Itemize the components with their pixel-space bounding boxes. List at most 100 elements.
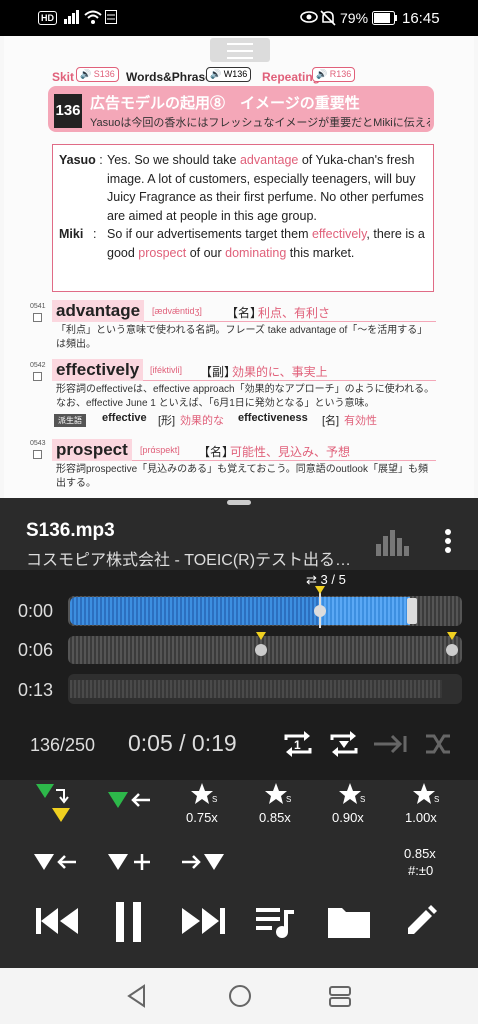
derived-pos: [形] [158, 415, 176, 427]
word-checkbox[interactable] [33, 372, 42, 381]
repeat-count: 3 / 5 [320, 572, 346, 587]
shuffle-icon[interactable] [424, 730, 452, 758]
part-of-speech: 【名】 [198, 445, 235, 459]
part-of-speech: 【名】 [226, 306, 263, 320]
derived-word: effectiveness [238, 412, 308, 424]
miki-line: So if our advertisements target them eff… [107, 227, 425, 260]
panel-drag-handle[interactable] [227, 500, 251, 505]
speed-preset[interactable]: 1.00x [405, 810, 437, 825]
skit-label: Skit [52, 70, 75, 84]
recents-icon[interactable] [328, 984, 352, 1008]
row-time: 0:00 [18, 601, 54, 621]
vocab-word: prospect [52, 439, 132, 461]
repeat-counter: ⇄ 3 / 5 [306, 572, 346, 587]
repeat-segment-icon[interactable] [328, 728, 360, 760]
signal-icon [64, 10, 80, 24]
skit-audio-tag[interactable]: 🔊 S136 [76, 67, 119, 82]
marker-knob[interactable] [255, 644, 267, 656]
word-checkbox[interactable] [33, 313, 42, 322]
progress-time: 0:05 / 0:19 [128, 730, 237, 756]
speaker-miki: Miki [59, 227, 84, 241]
marker-icon[interactable] [315, 586, 325, 594]
derived-badge: 派生語 [54, 414, 86, 427]
svg-text:S: S [434, 795, 439, 804]
word-note: 形容詞のeffectiveは、effective approach「効果的なアプ… [56, 384, 435, 409]
speed-star-icon[interactable]: S [412, 782, 442, 808]
skit-tag-label: S136 [93, 69, 115, 79]
eye-icon [300, 10, 318, 24]
speed-preset[interactable]: 0.85x [259, 810, 291, 825]
vocab-word: advantage [52, 300, 145, 322]
add-marker-icon[interactable] [108, 852, 152, 874]
more-options-icon[interactable] [440, 528, 456, 554]
lesson-number: 136 [54, 94, 82, 128]
word-number: 0543 [30, 440, 46, 447]
svg-text:S: S [286, 795, 291, 804]
svg-text:S: S [212, 795, 217, 804]
speed-preset[interactable]: 0.75x [186, 810, 218, 825]
svg-text:S: S [360, 795, 365, 804]
audio-player-panel: S136.mp3 コスモピア株式会社 - TOEIC(R)テスト出る… ⇄ 3 … [0, 498, 478, 968]
edit-icon[interactable] [404, 904, 438, 938]
repeat-one-icon[interactable]: 1 [282, 728, 314, 760]
speed-star-icon[interactable]: S [338, 782, 368, 808]
pronunciation: [prάspekt] [140, 445, 180, 455]
marker-prev-icon[interactable] [34, 852, 78, 874]
status-bar: HD 79% 16:45 [0, 0, 478, 36]
speed-star-icon[interactable]: S [264, 782, 294, 808]
pitch-value[interactable]: #:±0 [408, 863, 433, 878]
playlist-icon[interactable] [256, 904, 298, 940]
previous-track-icon[interactable] [36, 906, 80, 936]
derived-meaning: 有効性 [344, 415, 377, 427]
meaning: 効果的に、事実上 [232, 365, 328, 379]
pause-icon[interactable] [116, 900, 142, 944]
meaning: 利点、有利さ [258, 306, 331, 320]
marker-back-icon[interactable] [108, 790, 152, 814]
row-time: 0:06 [18, 640, 54, 660]
part-of-speech: 【副】 [200, 365, 237, 379]
current-speed[interactable]: 0.85x [404, 846, 436, 861]
back-icon[interactable] [126, 984, 148, 1008]
page-drag-handle[interactable] [210, 38, 270, 62]
marker-icon[interactable] [447, 632, 457, 640]
track-position: 136/250 [30, 735, 96, 755]
words-phrases-label: Words&Phrases [126, 70, 219, 84]
marker-next-icon[interactable] [182, 852, 226, 874]
meaning: 可能性、見込み、予想 [230, 445, 351, 459]
playhead-knob[interactable] [314, 605, 326, 617]
marker-icon[interactable] [256, 632, 266, 640]
pronunciation: [ædvǽntidʒ] [152, 306, 202, 316]
lesson-subtitle: Yasuoは今回の香水にはフレッシュなイメージが重要だとMikiに伝える。 [90, 117, 430, 129]
wifi-icon [84, 10, 102, 24]
equalizer-icon[interactable] [376, 526, 410, 556]
derived-meaning: 効果的な [180, 415, 224, 427]
data-icon [105, 10, 117, 24]
word-note: 形容詞prospective「見込みのある」も覚えておこう。同意語のoutloo… [56, 464, 428, 489]
battery-icon [372, 11, 398, 25]
words-tag-label: W136 [223, 69, 248, 79]
speaker-yasuo: Yasuo [59, 153, 96, 167]
repeating-audio-tag[interactable]: 🔊 R136 [312, 67, 356, 82]
book-page-view[interactable]: Skit 🔊 S136 Words&Phrases 🔊 W136 Repeati… [0, 36, 478, 498]
speed-preset[interactable]: 0.90x [332, 810, 364, 825]
marker-jump-next-icon[interactable] [36, 784, 80, 822]
next-track-icon[interactable] [182, 906, 226, 936]
clock: 16:45 [402, 10, 440, 27]
system-nav-bar [0, 968, 478, 1024]
derived-word: effective [102, 412, 147, 424]
svg-text:1: 1 [294, 738, 301, 752]
row-time: 0:13 [18, 680, 54, 700]
word-note: 「利点」という意味で使われる名詞。フレーズ take advantage of「… [56, 325, 428, 350]
next-in-list-icon[interactable] [374, 732, 408, 756]
words-audio-tag[interactable]: 🔊 W136 [206, 67, 252, 82]
marker-knob[interactable] [446, 644, 458, 656]
mute-bell-icon [320, 10, 336, 26]
word-checkbox[interactable] [33, 450, 42, 459]
battery-percent: 79% [340, 10, 369, 26]
yasuo-line: Yes. So we should take advantage of Yuka… [107, 153, 424, 223]
home-icon[interactable] [228, 984, 252, 1008]
segment-end-handle[interactable] [407, 598, 417, 624]
folder-icon[interactable] [328, 904, 370, 938]
lesson-title: 広告モデルの起用⑧ イメージの重要性 [90, 95, 360, 112]
speed-star-icon[interactable]: S [190, 782, 220, 808]
